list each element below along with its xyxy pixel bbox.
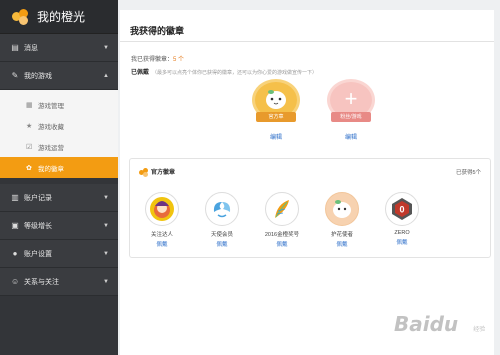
- nav-item-account-settings[interactable]: ● 账户设置 ▼: [0, 240, 118, 268]
- sub-item-my-badges[interactable]: ✿ 我的徽章: [0, 157, 118, 178]
- featured-ribbon: 粉丝/游戏: [331, 112, 371, 122]
- plus-icon: +: [344, 86, 358, 111]
- star-icon: ★: [26, 122, 33, 130]
- orange-logo-icon: [139, 167, 148, 177]
- nav-item-relations[interactable]: ☺ 关系与关注 ▼: [0, 268, 118, 296]
- badge-status[interactable]: 佩戴: [202, 240, 242, 248]
- page-title: 我获得的徽章: [130, 26, 185, 36]
- badge-item[interactable]: 0 ZERO 佩戴: [382, 192, 422, 246]
- level-icon: ▣: [11, 220, 19, 230]
- sub-label: 游戏运营: [38, 144, 64, 152]
- section-count: 已获得5个: [455, 170, 481, 176]
- sidebar: 我的橙光 ▤ 消息 ▼ ✎ 我的游戏 ▲ ▦ 游戏管理 ★ 游戏收藏 ☑ 游戏运…: [0, 0, 118, 355]
- badge-item[interactable]: 2016金橙奖号 佩戴: [262, 192, 302, 248]
- official-featured-badge-icon: 官方章: [250, 82, 302, 126]
- mascot-icon: [266, 90, 286, 109]
- chevron-down-icon: ▼: [103, 250, 109, 257]
- badge-status[interactable]: 佩戴: [142, 240, 182, 248]
- badge-status[interactable]: 佩戴: [382, 238, 422, 246]
- svg-text:0: 0: [399, 205, 404, 215]
- watermark-brand: Baidu: [394, 312, 459, 336]
- featured-badge-fan[interactable]: + 粉丝/游戏 编辑: [321, 82, 381, 141]
- mascot-badge-icon: [325, 192, 359, 226]
- brand-title: 我的橙光: [37, 10, 86, 24]
- zero-badge-icon: 0: [385, 192, 419, 226]
- chevron-down-icon: ▼: [103, 44, 109, 51]
- sub-item-game-favorites[interactable]: ★ 游戏收藏: [0, 115, 118, 136]
- nav-label: 消息: [24, 44, 38, 52]
- game-icon: ✎: [11, 70, 19, 80]
- nav-item-my-games[interactable]: ✎ 我的游戏 ▲: [0, 62, 118, 90]
- nav-item-level-growth[interactable]: ▣ 等级增长 ▼: [0, 212, 118, 240]
- wings-badge-icon: [205, 192, 239, 226]
- chevron-down-icon: ▼: [103, 222, 109, 229]
- chevron-down-icon: ▼: [103, 194, 109, 201]
- edit-link[interactable]: 编辑: [246, 132, 306, 141]
- nav-item-account-records[interactable]: ▥ 账户记录 ▼: [0, 184, 118, 212]
- watermark: Baidu 经验: [394, 312, 494, 350]
- relation-icon: ☺: [11, 276, 20, 286]
- badge-item[interactable]: 护花使者 佩戴: [322, 192, 362, 248]
- badge-item[interactable]: 关注达人 佩戴: [142, 192, 182, 248]
- submenu-my-games: ▦ 游戏管理 ★ 游戏收藏 ☑ 游戏运营 ✿ 我的徽章: [0, 90, 118, 178]
- message-icon: ▤: [11, 42, 19, 52]
- nav-label: 我的游戏: [24, 72, 52, 80]
- page: 我的橙光 ▤ 消息 ▼ ✎ 我的游戏 ▲ ▦ 游戏管理 ★ 游戏收藏 ☑ 游戏运…: [0, 0, 500, 355]
- featured-badge-official[interactable]: 官方章 编辑: [246, 82, 306, 141]
- edit-icon: ☑: [26, 143, 33, 151]
- chevron-down-icon: ▼: [103, 278, 109, 285]
- nav-item-messages[interactable]: ▤ 消息 ▼: [0, 34, 118, 62]
- feather-badge-icon: [265, 192, 299, 226]
- fan-featured-badge-icon: + 粉丝/游戏: [325, 82, 377, 126]
- official-badges-section: 官方徽章 已获得5个 关注达人 佩戴 天使会员 佩戴 2016金橙奖号 佩戴 护…: [129, 158, 491, 258]
- badge-icon: ✿: [26, 164, 32, 172]
- badges-panel: 我获得的徽章 我已获得徽章：5 个 已佩戴 （最多可以点亮个体你已获得的徽章，还可…: [120, 10, 494, 355]
- nav-label: 账户设置: [24, 250, 52, 258]
- chevron-up-icon: ▲: [103, 72, 109, 79]
- sub-item-game-operations[interactable]: ☑ 游戏运营: [0, 136, 118, 157]
- records-icon: ▥: [11, 192, 19, 202]
- badge-status[interactable]: 佩戴: [322, 240, 362, 248]
- sub-label: 游戏管理: [38, 102, 64, 110]
- badge-name: 护花使者: [330, 232, 353, 238]
- badge-status[interactable]: 佩戴: [262, 240, 302, 248]
- badge-count-label: 我已获得徽章：: [131, 57, 174, 63]
- orange-logo-icon: [12, 8, 30, 25]
- nav-label: 等级增长: [24, 222, 52, 230]
- sub-label: 我的徽章: [38, 165, 64, 173]
- badge-name: 关注达人: [150, 232, 173, 238]
- edit-link[interactable]: 编辑: [321, 132, 381, 141]
- worn-line: 已佩戴 （最多可以点亮个体你已获得的徽章，还可以为你心爱的游戏做宣传一下）: [131, 67, 317, 76]
- sub-label: 游戏收藏: [38, 123, 64, 131]
- sub-item-game-manage[interactable]: ▦ 游戏管理: [0, 94, 118, 115]
- settings-icon: ●: [12, 248, 18, 258]
- badge-name: ZERO: [394, 230, 410, 236]
- grid-icon: ▦: [26, 101, 33, 109]
- nav-label: 关系与关注: [24, 278, 59, 286]
- nav-label: 账户记录: [24, 194, 52, 202]
- badge-count-value: 5 个: [173, 57, 185, 63]
- divider: [120, 41, 494, 42]
- section-header: 官方徽章: [139, 167, 176, 177]
- character-badge-icon: [145, 192, 179, 226]
- badge-name: 2016金橙奖号: [264, 232, 300, 238]
- featured-ribbon: 官方章: [256, 112, 296, 122]
- badge-count-line: 我已获得徽章：5 个: [131, 54, 184, 63]
- worn-label: 已佩戴: [131, 70, 150, 76]
- badge-name: 天使会员: [210, 232, 233, 238]
- main-content: 我获得的徽章 我已获得徽章：5 个 已佩戴 （最多可以点亮个体你已获得的徽章，还可…: [118, 0, 500, 355]
- section-title: 官方徽章: [151, 170, 176, 176]
- watermark-sub: 经验: [473, 326, 486, 333]
- badge-item[interactable]: 天使会员 佩戴: [202, 192, 242, 248]
- brand[interactable]: 我的橙光: [0, 0, 118, 34]
- worn-hint: （最多可以点亮个体你已获得的徽章，还可以为你心爱的游戏做宣传一下）: [152, 70, 318, 76]
